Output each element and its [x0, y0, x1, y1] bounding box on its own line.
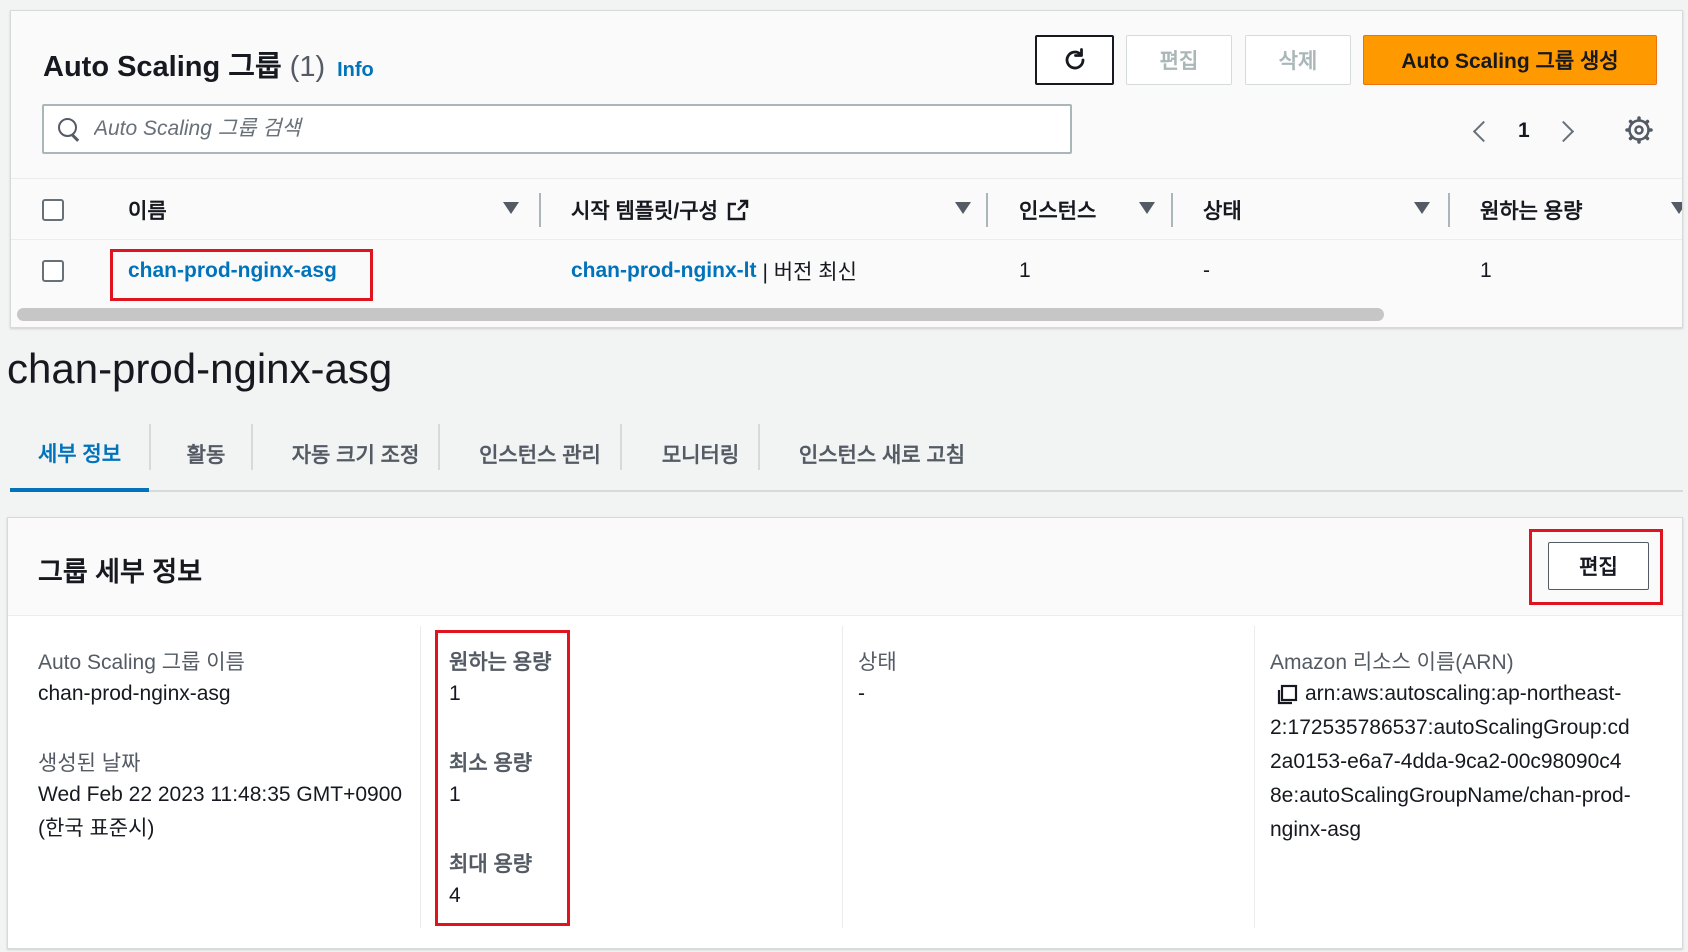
- chevron-left-icon[interactable]: [1466, 116, 1496, 146]
- column-header-launch-template-label: 시작 템플릿/구성: [571, 200, 718, 223]
- external-link-icon: [727, 199, 749, 221]
- copy-icon[interactable]: [1276, 684, 1298, 706]
- arn-value-line: nginx-asg: [1270, 818, 1362, 841]
- highlight-box: [110, 249, 373, 301]
- sort-icon[interactable]: [1414, 202, 1430, 214]
- highlight-box: [435, 630, 570, 926]
- refresh-icon: [1065, 48, 1084, 70]
- create-asg-button[interactable]: Auto Scaling 그룹 생성: [1363, 35, 1657, 85]
- asg-list-title: Auto Scaling 그룹 (1) Info: [43, 43, 374, 85]
- search-box: [42, 104, 1072, 154]
- gear-icon[interactable]: [1624, 115, 1654, 145]
- launch-template-link[interactable]: chan-prod-nginx-lt: [571, 259, 756, 283]
- column-header-name[interactable]: 이름: [128, 179, 167, 241]
- desired-capacity-cell: 1: [1480, 259, 1492, 282]
- edit-button-disabled[interactable]: 편집: [1126, 35, 1232, 85]
- instances-cell: 1: [1019, 259, 1031, 282]
- arn-value-line: 2:172535786537:autoScalingGroup:cd: [1270, 716, 1630, 739]
- status-cell: -: [1203, 259, 1210, 282]
- tab-bar: 세부 정보 활동 자동 크기 조정 인스턴스 관리 모니터링 인스턴스 새로 고…: [10, 418, 1683, 492]
- chevron-right-icon[interactable]: [1552, 116, 1582, 146]
- tab-details[interactable]: 세부 정보: [10, 418, 149, 492]
- column-divider: [420, 626, 421, 928]
- select-all-checkbox[interactable]: [42, 199, 64, 221]
- status-value: -: [858, 682, 865, 705]
- column-divider[interactable]: [1171, 193, 1173, 227]
- tab-instance-refresh[interactable]: 인스턴스 새로 고침: [771, 418, 993, 490]
- column-divider: [1254, 626, 1255, 928]
- table-header: 이름 시작 템플릿/구성 인스턴스 상태 원하는 용량: [11, 178, 1682, 241]
- refresh-button[interactable]: [1035, 35, 1114, 85]
- status-label: 상태: [858, 651, 897, 674]
- sort-icon[interactable]: [955, 202, 971, 214]
- tab-divider: [758, 424, 760, 470]
- sort-icon[interactable]: [503, 202, 519, 214]
- detail-page-title: chan-prod-nginx-asg: [7, 345, 393, 392]
- asg-name-value: chan-prod-nginx-asg: [38, 682, 231, 705]
- asg-count: (1): [289, 51, 326, 83]
- tab-divider: [438, 424, 440, 470]
- column-divider: [842, 626, 843, 928]
- card-header: 그룹 세부 정보 편집: [8, 518, 1682, 616]
- column-divider[interactable]: [1448, 193, 1450, 227]
- column-divider[interactable]: [539, 193, 541, 227]
- info-link[interactable]: Info: [337, 59, 374, 81]
- page-number[interactable]: 1: [1518, 119, 1530, 143]
- row-checkbox[interactable]: [42, 260, 64, 282]
- asg-name-label: Auto Scaling 그룹 이름: [38, 651, 245, 674]
- search-input[interactable]: [94, 117, 994, 141]
- sort-icon[interactable]: [1671, 202, 1682, 214]
- launch-template-version: | 버전 최신: [762, 261, 857, 284]
- created-date-value: Wed Feb 22 2023 11:48:35 GMT+0900: [38, 783, 403, 806]
- sort-icon[interactable]: [1139, 202, 1155, 214]
- arn-value-line: arn:aws:autoscaling:ap-northeast-: [1305, 682, 1622, 705]
- arn-label: Amazon 리소스 이름(ARN): [1270, 651, 1514, 674]
- arn-value-line: 8e:autoScalingGroupName/chan-prod-: [1270, 784, 1631, 807]
- pagination: 1: [1466, 111, 1582, 151]
- created-date-timezone: (한국 표준시): [38, 817, 155, 840]
- group-details-heading: 그룹 세부 정보: [38, 557, 203, 587]
- arn-value-line: 2a0153-e6a7-4dda-9ca2-00c98090c4: [1270, 750, 1622, 773]
- horizontal-scrollbar[interactable]: [17, 308, 1384, 321]
- column-header-instances[interactable]: 인스턴스: [1019, 179, 1096, 241]
- column-header-launch-template[interactable]: 시작 템플릿/구성: [571, 179, 750, 241]
- column-divider[interactable]: [986, 193, 988, 227]
- created-date-label: 생성된 날짜: [38, 752, 141, 775]
- tab-divider: [149, 424, 151, 470]
- search-icon: [56, 116, 82, 142]
- group-details-card: 그룹 세부 정보 편집 Auto Scaling 그룹 이름 chan-prod…: [7, 517, 1683, 949]
- delete-button[interactable]: 삭제: [1245, 35, 1351, 85]
- tab-divider: [620, 424, 622, 470]
- asg-list-title-text: Auto Scaling 그룹: [43, 51, 282, 83]
- tab-divider: [251, 424, 253, 470]
- tab-monitoring[interactable]: 모니터링: [632, 418, 769, 490]
- column-header-desired-capacity[interactable]: 원하는 용량: [1480, 179, 1582, 241]
- asg-list-panel: Auto Scaling 그룹 (1) Info 편집 삭제 Auto Scalin…: [10, 10, 1683, 328]
- highlight-box: [1529, 529, 1663, 605]
- column-header-status[interactable]: 상태: [1203, 179, 1242, 241]
- tab-activity[interactable]: 활동: [151, 418, 261, 490]
- tab-instance-management[interactable]: 인스턴스 관리: [450, 418, 630, 490]
- tab-auto-scaling[interactable]: 자동 크기 조정: [263, 418, 448, 490]
